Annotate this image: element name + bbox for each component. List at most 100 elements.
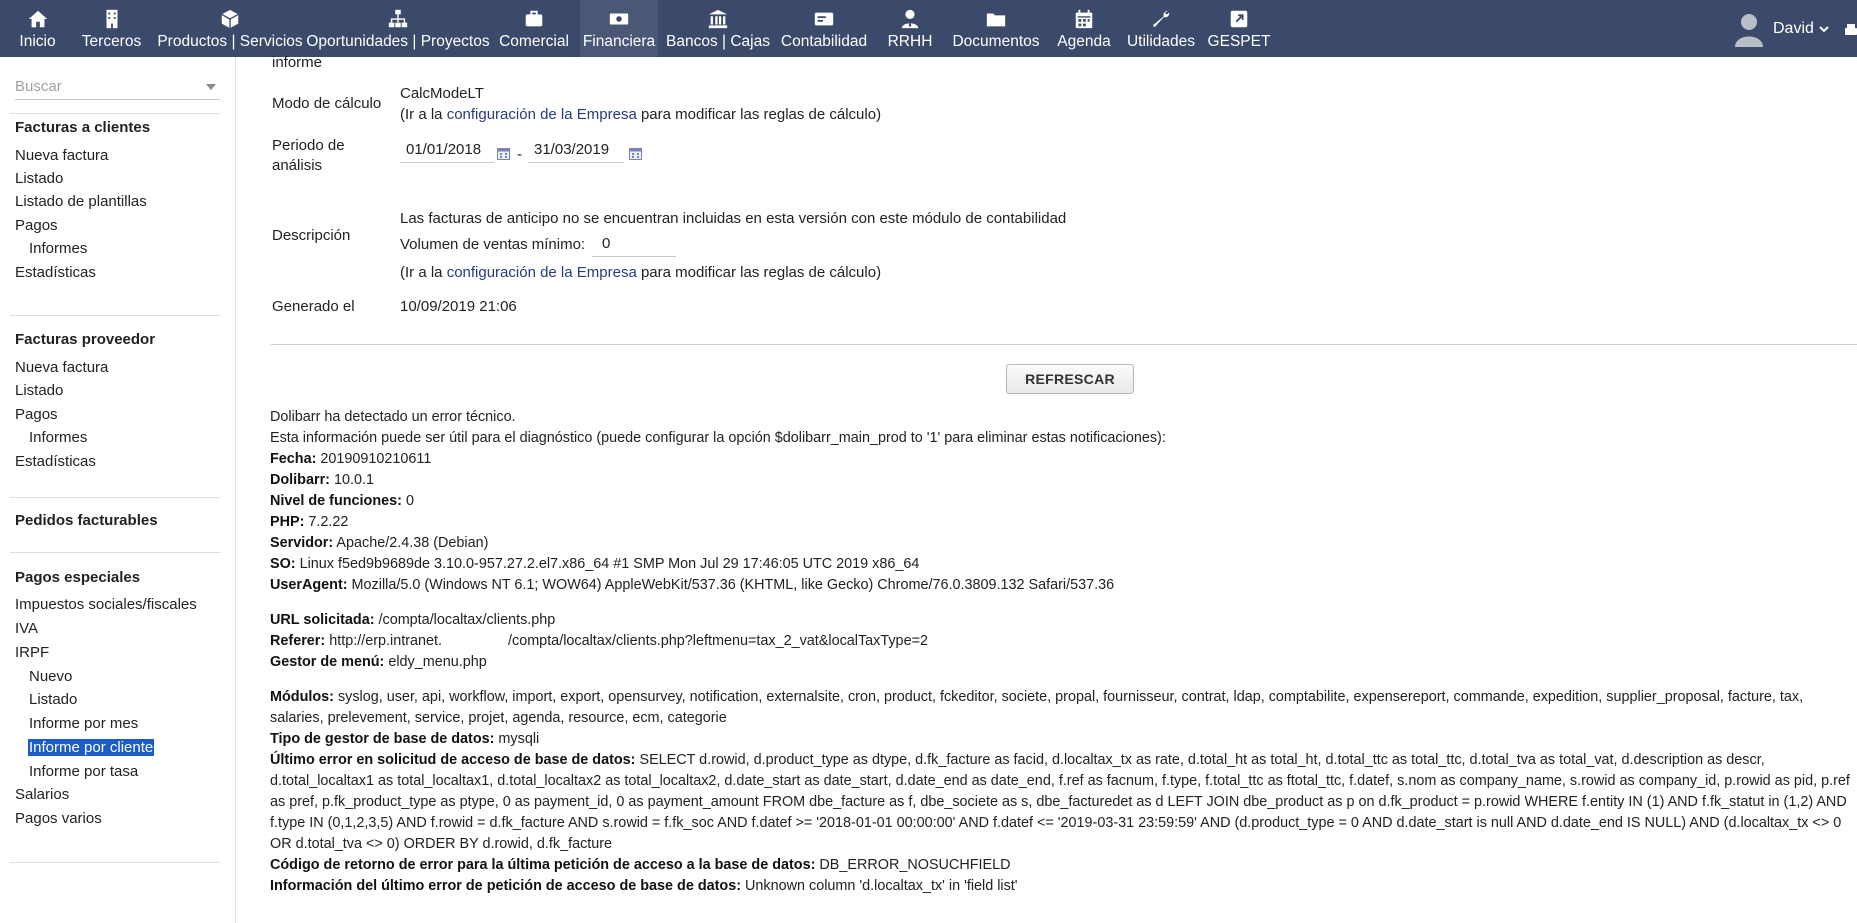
sidebar-item-listado[interactable]: Listado [15, 382, 63, 399]
nav-terceros[interactable]: Terceros [80, 0, 143, 57]
briefcase-icon [525, 10, 543, 27]
sidebar-item-irpf[interactable]: IRPF [15, 644, 49, 661]
error-line-2: Esta información puede ser útil para el … [270, 430, 1166, 446]
date-separator: - [517, 146, 522, 163]
sidebar-item-informe-por-cliente[interactable]: Informe por cliente [28, 739, 155, 756]
sidebar-item-informe-por-tasa[interactable]: Informe por tasa [29, 763, 138, 780]
sidebar-item-listado-plantillas[interactable]: Listado de plantillas [15, 193, 147, 210]
sidebar-item-informe-por-mes[interactable]: Informe por mes [29, 715, 138, 732]
nav-utilidades[interactable]: Utilidades [1127, 0, 1195, 57]
sidebar-item-estadisticas[interactable]: Estadísticas [15, 264, 96, 281]
informe-label: informe [272, 54, 323, 71]
sidebar-item-irpf-nuevo[interactable]: Nuevo [29, 668, 72, 685]
sidebar-item-impuestos[interactable]: Impuestos sociales/fiscales [15, 596, 197, 613]
sidebar-item-nueva-factura[interactable]: Nueva factura [15, 359, 108, 376]
calendar-icon[interactable] [629, 147, 642, 160]
descripcion-label: Descripción [272, 227, 351, 244]
section-divider [271, 344, 1857, 345]
sidebar-item-iva[interactable]: IVA [15, 620, 38, 637]
config-empresa-link[interactable]: configuración de la Empresa [447, 106, 637, 123]
sidebar-divider [10, 552, 220, 553]
error-referer: Referer: http://erp.intranet./compta/loc… [270, 633, 928, 649]
sidebar-item-salarios[interactable]: Salarios [15, 786, 69, 803]
error-informacion: Información del último error de petición… [270, 878, 1018, 894]
nav-bancos-cajas[interactable]: Bancos | Cajas [666, 0, 770, 57]
top-navigation-bar: Inicio Terceros Productos | Servicios Op… [0, 0, 1857, 57]
caret-down-icon [206, 84, 216, 90]
sidebar-item-estadisticas[interactable]: Estadísticas [15, 453, 96, 470]
search-select[interactable]: Buscar [15, 74, 220, 100]
sidebar-item-informes[interactable]: Informes [29, 429, 87, 446]
sidebar-heading-pagos-especiales[interactable]: Pagos especiales [15, 569, 140, 586]
user-tie-icon [901, 9, 919, 29]
date-from-input[interactable]: 01/01/2018 [400, 137, 494, 163]
sidebar-heading-facturas-clientes[interactable]: Facturas a clientes [15, 119, 150, 136]
sidebar-divider [10, 113, 220, 114]
printer-icon[interactable] [1845, 24, 1857, 38]
sidebar-item-listado[interactable]: Listado [15, 170, 63, 187]
nav-oportunidades-proyectos[interactable]: Oportunidades | Proyectos [306, 0, 490, 57]
periodo-label-1: Periodo de [272, 137, 345, 154]
error-useragent: UserAgent: Mozilla/5.0 (Windows NT 6.1; … [270, 577, 1115, 593]
external-link-icon [1230, 10, 1248, 28]
nav-gespet[interactable]: GESPET [1208, 0, 1270, 57]
config-note-prefix: (Ir a la [400, 106, 447, 123]
generado-value: 10/09/2019 21:06 [400, 298, 517, 315]
sidebar-heading-facturas-proveedor[interactable]: Facturas proveedor [15, 331, 155, 348]
config-empresa-link[interactable]: configuración de la Empresa [447, 264, 637, 281]
nav-inicio[interactable]: Inicio [10, 0, 65, 57]
modo-calculo-value: CalcModeLT [400, 85, 484, 102]
error-dolibarr: Dolibarr: 10.0.1 [270, 472, 374, 488]
descripcion-text: Las facturas de anticipo no se encuentra… [400, 210, 1067, 227]
nav-comercial[interactable]: Comercial [497, 0, 571, 57]
sidebar-item-pagos[interactable]: Pagos [15, 217, 58, 234]
nav-financiera[interactable]: Financiera [580, 0, 658, 57]
sidebar-divider [10, 315, 220, 316]
nav-label: Bancos | Cajas [666, 33, 770, 50]
chevron-down-icon [1819, 26, 1829, 33]
refresh-button[interactable]: REFRESCAR [1006, 364, 1134, 394]
bank-icon [708, 9, 728, 29]
sidebar-item-informes[interactable]: Informes [29, 240, 87, 257]
nav-rrhh[interactable]: RRHH [885, 0, 935, 57]
sidebar-heading-pedidos-facturables[interactable]: Pedidos facturables [15, 512, 158, 529]
sitemap-icon [388, 9, 408, 28]
volumen-label: Volumen de ventas mínimo: [400, 236, 586, 253]
nav-label: Documentos [952, 33, 1040, 50]
config-note-suffix: para modificar las reglas de cálculo) [636, 264, 882, 281]
date-to-input[interactable]: 31/03/2019 [528, 137, 624, 163]
error-line-1: Dolibarr ha detectado un error técnico. [270, 409, 516, 425]
sidebar-item-irpf-listado[interactable]: Listado [29, 691, 77, 708]
money-icon [609, 13, 629, 25]
error-codigo-retorno: Código de retorno de error para la últim… [270, 857, 1011, 873]
sidebar-item-pagos-varios[interactable]: Pagos varios [15, 810, 102, 827]
folder-icon [986, 13, 1006, 27]
card-icon [814, 12, 834, 26]
config-note-prefix: (Ir a la [400, 264, 447, 281]
error-fecha: Fecha: 20190910210611 [270, 451, 432, 467]
nav-productos-servicios[interactable]: Productos | Servicios [155, 0, 305, 57]
modo-calculo-label: Modo de cálculo [272, 95, 382, 112]
error-modulos: Módulos: syslog, user, api, workflow, im… [270, 689, 1804, 726]
nav-contabilidad[interactable]: Contabilidad [780, 0, 868, 57]
calendar-icon[interactable] [497, 147, 510, 160]
calendar-icon [1075, 9, 1093, 29]
sidebar-divider [10, 497, 220, 498]
error-url: URL solicitada: /compta/localtax/clients… [270, 612, 556, 628]
periodo-label-2: análisis [272, 157, 323, 174]
avatar [1735, 14, 1763, 47]
nav-agenda[interactable]: Agenda [1057, 0, 1111, 57]
error-so: SO: Linux f5ed9b9689de 3.10.0-957.27.2.e… [270, 556, 920, 572]
sidebar-item-nueva-factura[interactable]: Nueva factura [15, 147, 108, 164]
user-menu[interactable]: David [1733, 10, 1830, 48]
sidebar-item-pagos[interactable]: Pagos [15, 406, 58, 423]
wrench-icon [1152, 10, 1170, 28]
user-name: David [1773, 20, 1814, 37]
sidebar-divider [10, 862, 220, 863]
error-report: Dolibarr ha detectado un error técnico. … [270, 407, 1850, 897]
nav-documentos[interactable]: Documentos [952, 0, 1040, 57]
nav-label: Inicio [19, 33, 56, 50]
volumen-ventas-input[interactable]: 0 [592, 233, 676, 257]
error-tipo-gestor: Tipo de gestor de base de datos: mysqli [270, 731, 540, 747]
nav-label: GESPET [1207, 33, 1271, 50]
